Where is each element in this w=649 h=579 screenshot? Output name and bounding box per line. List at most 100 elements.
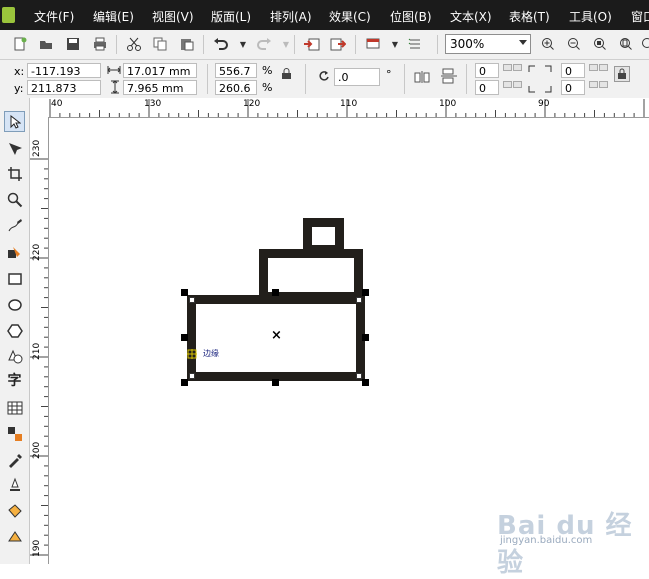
horizontal-ruler[interactable]: 40 130 120 110 100 90 — [30, 98, 649, 118]
smart-fill-tool-icon[interactable] — [4, 241, 25, 262]
interactive-fill-tool-icon[interactable] — [4, 526, 25, 547]
node-handle[interactable] — [189, 373, 195, 379]
scale-width-unit: % — [262, 64, 272, 77]
selection-handle-right[interactable] — [362, 334, 369, 341]
ellipse-tool-icon[interactable] — [4, 294, 25, 315]
v-ruler-label-1: 220 — [32, 244, 42, 261]
open-icon[interactable] — [36, 34, 56, 54]
table-tool-icon[interactable] — [4, 397, 25, 418]
selection-handle-bottom-left[interactable] — [181, 379, 188, 386]
mirror-horizontal-icon[interactable] — [414, 70, 430, 87]
drawing-canvas[interactable]: × 边缘 Bai du 经验 jingyan.baidu.com — [49, 118, 649, 564]
menu-effects[interactable]: 效果(C) — [329, 8, 371, 25]
app-launcher-icon[interactable] — [363, 34, 383, 54]
text-tool-icon[interactable]: 字 — [4, 369, 25, 390]
degree-unit: ° — [386, 68, 392, 81]
selection-handle-top-right[interactable] — [362, 289, 369, 296]
fill-tool-icon[interactable] — [4, 500, 25, 521]
selection-handle-left[interactable] — [181, 334, 188, 341]
mirror-vertical-icon[interactable] — [441, 68, 457, 87]
vertical-ruler[interactable]: 230 220 210 200 190 — [30, 117, 49, 564]
zoom-in-icon[interactable] — [538, 34, 558, 54]
shape-tool-icon[interactable] — [4, 138, 25, 159]
menu-text[interactable]: 文本(X) — [450, 8, 492, 25]
redo-dropdown-icon[interactable]: ▼ — [276, 34, 296, 54]
snap-label: 边缘 — [203, 348, 219, 359]
spin-up-icon[interactable] — [589, 81, 598, 88]
property-bar: x: -117.193 mm y: 211.873 mm 17.017 mm 7… — [0, 60, 649, 99]
spin-down-icon[interactable] — [513, 64, 522, 71]
node-handle[interactable] — [189, 297, 195, 303]
h-ruler-label-3: 110 — [340, 99, 357, 109]
chevron-down-icon — [519, 40, 527, 45]
h-ruler-label-1: 130 — [144, 99, 161, 109]
basic-shapes-tool-icon[interactable] — [4, 345, 25, 366]
menu-tools[interactable]: 工具(O) — [569, 8, 612, 25]
paste-icon[interactable] — [177, 34, 197, 54]
selection-handle-bottom-right[interactable] — [362, 379, 369, 386]
menu-view[interactable]: 视图(V) — [152, 8, 194, 25]
width-field[interactable]: 17.017 mm — [123, 63, 197, 78]
menu-layout[interactable]: 版面(L) — [211, 8, 251, 25]
menu-file[interactable]: 文件(F) — [34, 8, 74, 25]
menu-bitmaps[interactable]: 位图(B) — [390, 8, 432, 25]
selection-handle-top-left[interactable] — [181, 289, 188, 296]
corner-radius-4[interactable]: 0 — [561, 80, 585, 95]
print-icon[interactable] — [90, 34, 110, 54]
menu-arrange[interactable]: 排列(A) — [270, 8, 312, 25]
eyedropper-tool-icon[interactable] — [4, 449, 25, 470]
node-handle[interactable] — [356, 297, 362, 303]
interactive-blend-tool-icon[interactable] — [4, 423, 25, 444]
spin-down-icon[interactable] — [513, 81, 522, 88]
corner-radius-3[interactable]: 0 — [561, 63, 585, 78]
import-icon[interactable] — [302, 34, 322, 54]
zoom-selection-icon[interactable] — [590, 34, 610, 54]
spin-up-icon[interactable] — [589, 64, 598, 71]
menu-window[interactable]: 窗口 — [631, 8, 649, 25]
app-launcher-dropdown-icon[interactable]: ▼ — [385, 34, 405, 54]
cut-icon[interactable] — [124, 34, 144, 54]
pick-tool-icon[interactable] — [4, 111, 25, 132]
copy-icon[interactable] — [150, 34, 170, 54]
h-ruler-label-2: 120 — [243, 99, 260, 109]
menu-edit[interactable]: 编辑(E) — [93, 8, 134, 25]
save-icon[interactable] — [63, 34, 83, 54]
spin-up-icon[interactable] — [503, 64, 512, 71]
corner-radius-1[interactable]: 0 — [475, 63, 499, 78]
zoom-out-icon[interactable] — [564, 34, 584, 54]
spin-up-icon[interactable] — [503, 81, 512, 88]
welcome-icon[interactable] — [405, 34, 425, 54]
scale-width-field[interactable]: 556.7 — [215, 63, 257, 78]
h-ruler-label-5: 90 — [538, 99, 549, 109]
x-position-field[interactable]: -117.193 mm — [27, 63, 101, 78]
zoom-tool-icon[interactable] — [4, 189, 25, 210]
export-icon[interactable] — [328, 34, 348, 54]
lock-corners-icon[interactable] — [614, 66, 630, 82]
spin-down-icon[interactable] — [599, 81, 608, 88]
undo-icon[interactable] — [211, 34, 231, 54]
pan-icon[interactable] — [636, 34, 649, 54]
scale-height-field[interactable]: 260.6 — [215, 80, 257, 95]
undo-dropdown-icon[interactable]: ▼ — [233, 34, 253, 54]
corner-radius-2[interactable]: 0 — [475, 80, 499, 95]
freehand-tool-icon[interactable] — [4, 215, 25, 236]
zoom-level-select[interactable]: 300% — [445, 34, 531, 54]
crop-tool-icon[interactable] — [4, 163, 25, 184]
new-icon[interactable] — [10, 34, 30, 54]
x-label: x: — [14, 65, 24, 78]
rotation-angle-field[interactable]: .0 — [334, 68, 380, 86]
spin-down-icon[interactable] — [599, 64, 608, 71]
polygon-tool-icon[interactable] — [4, 320, 25, 341]
menu-table[interactable]: 表格(T) — [509, 8, 550, 25]
zoom-page-icon[interactable] — [616, 34, 636, 54]
v-ruler-label-4: 190 — [32, 540, 42, 557]
height-field[interactable]: 7.965 mm — [123, 80, 197, 95]
outline-tool-icon[interactable] — [4, 474, 25, 495]
selection-handle-bottom[interactable] — [272, 379, 279, 386]
redo-icon[interactable] — [254, 34, 274, 54]
rectangle-tool-icon[interactable] — [4, 268, 25, 289]
selection-handle-top[interactable] — [272, 289, 279, 296]
lock-ratio-icon[interactable] — [281, 68, 292, 83]
node-handle[interactable] — [356, 373, 362, 379]
y-position-field[interactable]: 211.873 mm — [27, 80, 101, 95]
